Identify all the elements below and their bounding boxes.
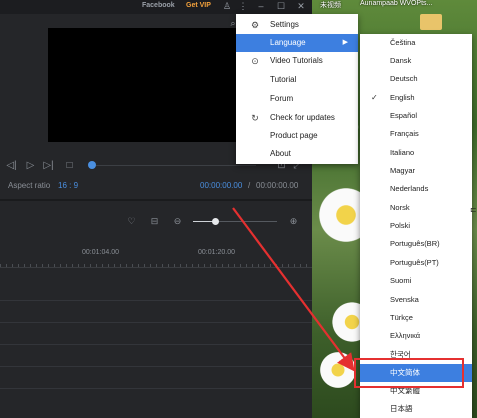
mouse-cursor-icon: ⊏ [470, 205, 477, 214]
annotation-arrow [232, 207, 355, 372]
